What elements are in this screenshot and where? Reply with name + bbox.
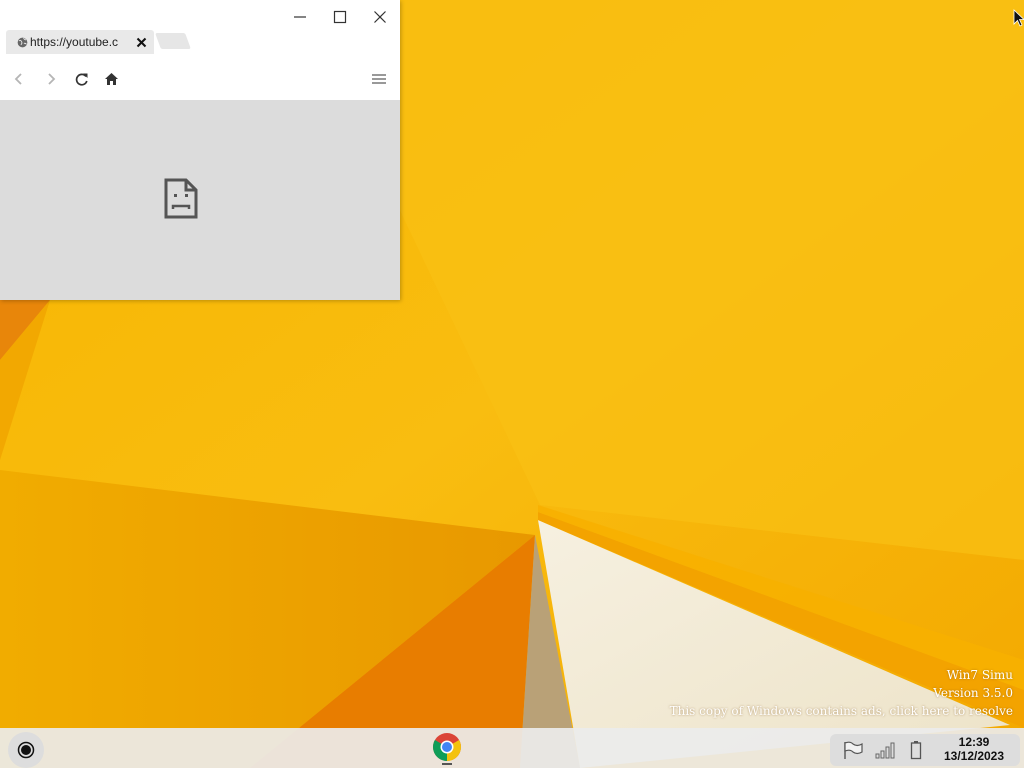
notification-flag-button[interactable] bbox=[841, 738, 865, 762]
maximize-button[interactable] bbox=[320, 4, 360, 30]
active-app-indicator bbox=[442, 763, 452, 765]
watermark-product: Win7 Simu bbox=[946, 668, 1013, 682]
watermark-ads-notice[interactable]: This copy of Windows contains ads, click… bbox=[670, 702, 1013, 720]
home-icon bbox=[104, 73, 118, 85]
forward-button[interactable] bbox=[40, 68, 62, 90]
chrome-icon bbox=[433, 733, 461, 761]
watermark-version: Version 3.5.0 bbox=[933, 686, 1013, 700]
system-tray: 12:39 13/12/2023 bbox=[830, 734, 1020, 766]
browser-toolbar bbox=[0, 58, 400, 100]
tab-close-icon bbox=[136, 37, 147, 48]
battery-icon bbox=[910, 741, 922, 760]
browser-titlebar[interactable]: https://youtube.c bbox=[0, 0, 400, 58]
network-button[interactable] bbox=[874, 738, 898, 762]
minimize-icon bbox=[294, 16, 306, 18]
browser-content-area bbox=[0, 100, 400, 300]
new-tab-button[interactable] bbox=[155, 33, 191, 49]
reload-button[interactable] bbox=[70, 68, 92, 90]
clock[interactable]: 12:39 13/12/2023 bbox=[930, 734, 1018, 766]
globe-icon bbox=[17, 37, 28, 47]
close-window-button[interactable] bbox=[360, 4, 400, 30]
taskbar: 12:39 13/12/2023 bbox=[0, 728, 1024, 768]
taskbar-chrome-button[interactable] bbox=[431, 731, 463, 765]
start-button[interactable] bbox=[8, 732, 44, 768]
menu-icon bbox=[372, 74, 386, 84]
tab-title: https://youtube.c bbox=[30, 35, 118, 49]
reload-icon bbox=[75, 73, 88, 86]
mouse-cursor-icon bbox=[1013, 9, 1024, 27]
back-button[interactable] bbox=[8, 68, 30, 90]
close-icon bbox=[374, 11, 386, 23]
home-button[interactable] bbox=[100, 68, 122, 90]
sad-page-icon bbox=[164, 178, 198, 219]
minimize-button[interactable] bbox=[280, 4, 320, 30]
battery-button[interactable] bbox=[904, 738, 928, 762]
maximize-icon bbox=[333, 10, 347, 24]
clock-time: 12:39 bbox=[958, 735, 990, 749]
browser-menu-button[interactable] bbox=[368, 68, 390, 90]
activation-watermark[interactable]: Win7 Simu Version 3.5.0 This copy of Win… bbox=[670, 666, 1013, 720]
forward-arrow-icon bbox=[48, 73, 56, 85]
browser-window[interactable]: https://youtube.c bbox=[0, 0, 400, 300]
browser-tab[interactable]: https://youtube.c bbox=[6, 30, 154, 54]
back-arrow-icon bbox=[14, 73, 22, 85]
tab-close-button[interactable] bbox=[135, 36, 148, 49]
clock-date: 13/12/2023 bbox=[943, 749, 1005, 763]
signal-icon bbox=[875, 742, 895, 759]
flag-icon bbox=[844, 741, 863, 759]
start-icon bbox=[17, 741, 35, 759]
